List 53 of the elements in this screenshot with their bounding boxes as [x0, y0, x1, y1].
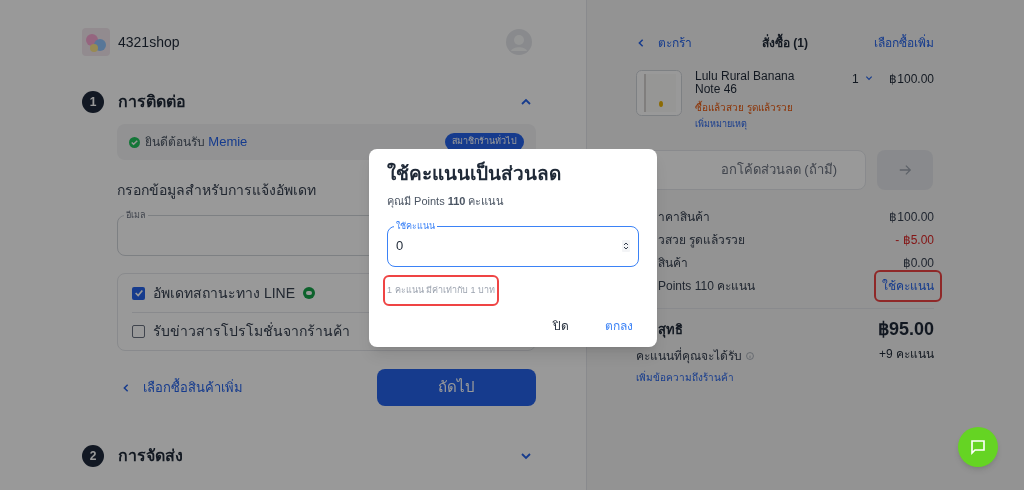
checkbox[interactable]	[132, 325, 145, 338]
coupon-placeholder: อกโค้ดส่วนลด (ถ้ามี)	[720, 160, 837, 179]
back-link[interactable]: เลือกซื้อสินค้าเพิ่ม	[121, 377, 377, 398]
add-note-link[interactable]: เพิ่มหมายเหตุ	[695, 118, 815, 132]
cart-back-link[interactable]: ตะกร้า	[636, 34, 736, 52]
summary-value: ฿0.00	[902, 255, 934, 272]
chat-bubble-icon	[303, 287, 315, 299]
email-label: อีเมล	[124, 209, 148, 221]
total-amount: ฿95.00	[877, 318, 934, 341]
dialog-title: ใช้คะแนนเป็นส่วนลด	[387, 161, 562, 186]
arrow-right-icon	[898, 162, 912, 177]
close-button[interactable]: ปิด	[547, 315, 575, 337]
promo-text: ซื้อแล้วสวย รูดแล้วรวย	[695, 100, 794, 115]
shop-name: 4321shop	[118, 32, 181, 52]
message-link[interactable]: เพิ่มข้อความถึงร้านค้า	[636, 369, 734, 385]
spinner-icon[interactable]	[622, 240, 630, 252]
section-title: การจัดส่ง	[118, 446, 184, 466]
summary-label: Points 110 คะแนน	[658, 278, 756, 295]
summary-label: าคาสินค้า	[658, 209, 710, 226]
earn-label: คะแนนที่คุณจะได้รับ	[636, 346, 742, 365]
confirm-button[interactable]: ตกลง	[599, 315, 639, 337]
shop-logo	[82, 28, 110, 56]
hint-text: 1 คะแนน มีค่าเท่ากับ 1 บาท	[383, 274, 499, 306]
total-label: สุทธิ	[658, 320, 683, 340]
points-value: 0	[396, 237, 405, 256]
order-title: สั่งซื้อ (1)	[735, 34, 835, 52]
summary-label: สินค้า	[658, 255, 688, 272]
option-label: รับข่าวสารโปรโมชั่นจากร้านค้า	[153, 321, 350, 341]
product-thumbnail	[636, 70, 682, 116]
section-title: การติดต่อ	[118, 92, 187, 112]
step-number: 2	[82, 445, 104, 467]
points-input-label: ใช้คะแนน	[394, 219, 437, 232]
chevron-down-icon[interactable]	[520, 450, 532, 462]
summary-label: วสวย รูดแล้วรวย	[658, 232, 746, 249]
next-button[interactable]: ถัดไป	[377, 369, 536, 406]
check-circle-icon	[129, 136, 140, 148]
product-name: Lulu Rural Banana Note 46	[695, 70, 796, 96]
option-label: อัพเดทสถานะทาง LINE	[153, 283, 295, 303]
checkbox[interactable]	[132, 286, 145, 300]
points-balance: คุณมี Points 110 คะแนน	[387, 194, 506, 210]
chevron-left-icon	[121, 382, 131, 393]
earn-value: +9 คะแนน	[879, 345, 934, 363]
chat-icon	[970, 439, 986, 455]
product-price: ฿100.00	[889, 71, 934, 88]
quantity-select[interactable]: 1	[852, 70, 873, 84]
summary-value: - ฿5.00	[895, 232, 934, 249]
summary-value: ฿100.00	[889, 209, 934, 226]
chevron-left-icon	[636, 38, 646, 48]
welcome-text: ยินดีต้อนรับ Memie	[145, 133, 249, 152]
step-number: 1	[82, 91, 104, 113]
chevron-down-icon	[864, 74, 873, 82]
shop-more-link[interactable]: เลือกซื้อเพิ่ม	[874, 34, 934, 52]
use-points-link[interactable]: ใช้คะแนน	[874, 270, 942, 302]
